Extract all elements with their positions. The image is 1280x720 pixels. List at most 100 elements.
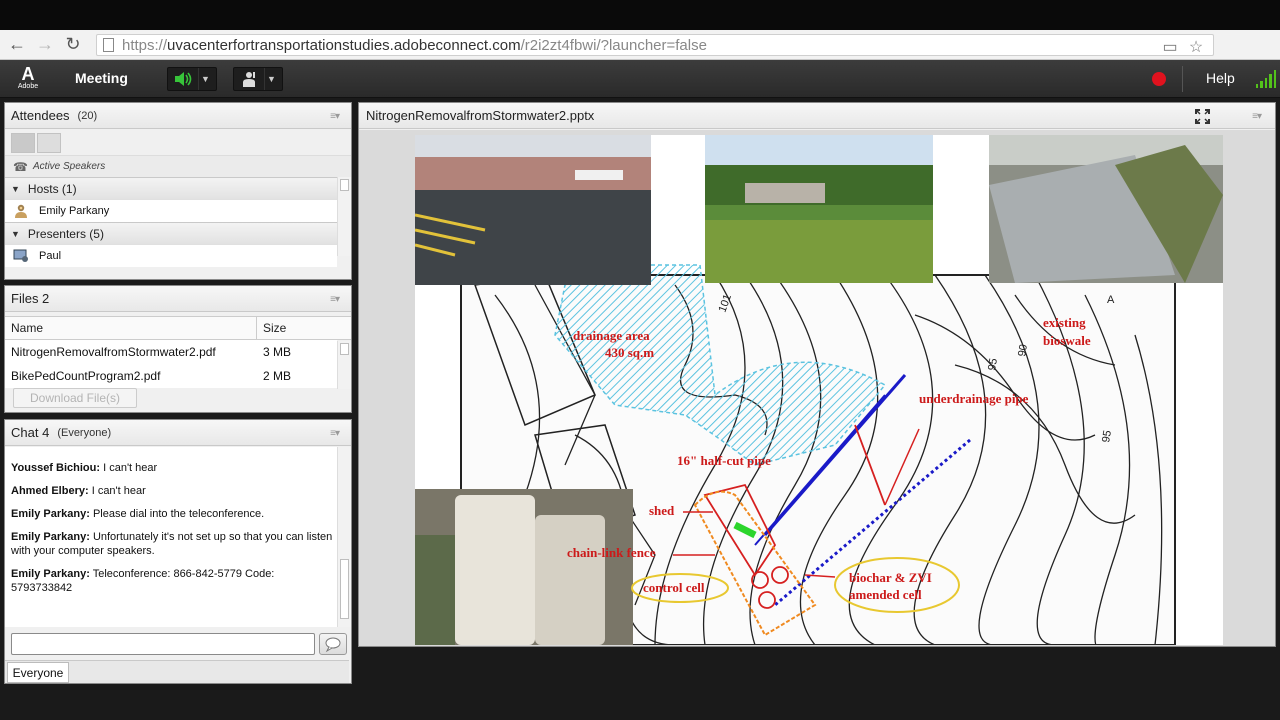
label-amended: amended cell — [849, 587, 922, 602]
status-view-icon[interactable] — [37, 133, 61, 153]
chat-message: Ahmed Elbery: I can't hear — [11, 484, 335, 498]
label-chainlink: chain-link fence — [567, 545, 656, 560]
attendees-title: Attendees — [11, 108, 70, 123]
chat-audience: (Everyone) — [57, 426, 112, 439]
download-files-button[interactable]: Download File(s) — [13, 388, 137, 408]
file-row[interactable]: BikePedCountProgram2.pdf 2 MB — [5, 364, 337, 388]
pod-menu-icon[interactable]: ≡▾ — [330, 111, 340, 122]
chat-text: I can't hear — [103, 462, 158, 474]
expand-triangle-icon: ▼ — [11, 228, 20, 239]
file-name: NitrogenRemovalfromStormwater2.pdf — [11, 345, 216, 359]
attendee-name: Emily Parkany — [39, 205, 110, 217]
contour-label: 95 — [986, 357, 1000, 371]
label-drainage-area: drainage area — [573, 328, 650, 343]
pod-menu-icon[interactable]: ≡▾ — [1252, 111, 1262, 122]
window-top-bar — [0, 0, 1280, 30]
photo-parking-lot — [415, 135, 651, 285]
active-speakers-label: Active Speakers — [33, 161, 106, 172]
col-size[interactable]: Size — [257, 317, 337, 339]
chat-input[interactable] — [11, 633, 315, 655]
page-icon — [103, 38, 114, 52]
speech-bubble-icon — [325, 637, 341, 653]
contour-label: 90 — [1016, 343, 1030, 357]
chat-sender: Emily Parkany: — [11, 531, 90, 543]
chat-sender: Emily Parkany: — [11, 568, 90, 580]
status-dropdown-icon[interactable]: ▼ — [264, 68, 278, 90]
files-table-header: Name Size — [5, 316, 351, 340]
photo-bioswale — [989, 135, 1223, 283]
help-menu[interactable]: Help — [1206, 70, 1235, 86]
pod-menu-icon[interactable]: ≡▾ — [330, 294, 340, 305]
back-icon[interactable]: ← — [6, 34, 28, 56]
contour-label: 95 — [1100, 429, 1114, 443]
label-halfcut: 16" half-cut pipe — [677, 453, 771, 468]
label-underdrainage: underdrainage pipe — [919, 391, 1029, 406]
url-path: /r2i2zt4fbwi/?launcher=false — [520, 36, 707, 54]
toolbar-separator — [1182, 66, 1183, 92]
bookmark-star-icon[interactable]: ☆ — [1187, 38, 1205, 56]
fullscreen-icon[interactable] — [1195, 109, 1210, 124]
share-stage: drainage area 430 sq.m existing bioswale… — [359, 130, 1275, 646]
send-message-button[interactable] — [319, 633, 347, 655]
label-bioswale: bioswale — [1043, 333, 1091, 348]
file-size: 2 MB — [263, 369, 292, 383]
person-raise-hand-icon — [234, 68, 264, 90]
hosts-label: Hosts (1) — [27, 181, 77, 196]
list-view-icon[interactable] — [11, 133, 35, 153]
share-header: NitrogenRemovalfromStormwater2.pptx ≡▾ — [359, 103, 1275, 129]
presentation-slide: drainage area 430 sq.m existing bioswale… — [415, 135, 1223, 645]
tab-everyone[interactable]: Everyone — [7, 662, 69, 683]
chat-sender: Ahmed Elbery: — [11, 485, 89, 497]
attendees-header: Attendees (20) ≡▾ — [5, 103, 351, 129]
chat-message: Youssef Bichiou: I can't hear — [11, 461, 335, 475]
address-bar[interactable]: https://uvacenterfortransportationstudie… — [96, 34, 1214, 56]
attendees-count: (20) — [77, 109, 98, 122]
url-prefix: https:// — [122, 36, 168, 54]
hosts-group[interactable]: ▼ Hosts (1) — [5, 177, 351, 199]
attendees-pod: Attendees (20) ≡▾ ☎ Active Speakers ▼ Ho… — [4, 102, 352, 280]
chat-message: Emily Parkany: Teleconference: 866-842-5… — [11, 567, 335, 595]
recording-indicator[interactable] — [1152, 72, 1166, 86]
expand-triangle-icon: ▼ — [11, 183, 20, 194]
attendee-row[interactable]: Paul — [5, 244, 337, 267]
chat-scrollbar[interactable] — [337, 447, 351, 627]
speaker-button[interactable]: ▼ — [167, 67, 217, 91]
attendee-view-toggle — [5, 129, 351, 155]
share-title: NitrogenRemovalfromStormwater2.pptx — [366, 108, 595, 123]
phone-icon: ☎ — [13, 159, 28, 174]
forward-icon[interactable]: → — [34, 34, 56, 56]
files-scrollbar[interactable] — [337, 341, 351, 389]
chat-header: Chat 4 (Everyone) ≡▾ — [5, 420, 351, 446]
attendee-row[interactable]: Emily Parkany — [5, 199, 337, 222]
presenters-label: Presenters (5) — [27, 226, 104, 241]
url-host: uvacenterfortransportationstudies.adobec… — [167, 36, 521, 54]
label-existing: existing — [1043, 315, 1086, 330]
logo-text: Adobe — [17, 83, 39, 90]
label-drainage-size: 430 sq.m — [605, 345, 654, 360]
col-name[interactable]: Name — [5, 317, 257, 339]
label-control: control cell — [643, 580, 705, 595]
attendees-scrollbar[interactable] — [337, 177, 351, 256]
photo-test-cells — [415, 489, 633, 645]
file-row[interactable]: NitrogenRemovalfromStormwater2.pdf 3 MB — [5, 340, 337, 364]
app-root: ← → ↻ https://uvacenterfortransportation… — [0, 0, 1280, 720]
photo-grass-swale — [705, 135, 933, 283]
chat-sender: Youssef Bichiou: — [11, 462, 101, 474]
slide-canvas: drainage area 430 sq.m existing bioswale… — [415, 135, 1223, 645]
pod-menu-icon[interactable]: ≡▾ — [330, 428, 340, 439]
file-size: 3 MB — [263, 345, 292, 359]
chat-message: Emily Parkany: Unfortunately it's not se… — [11, 530, 335, 558]
attendee-name: Paul — [39, 250, 62, 262]
cast-icon[interactable]: ▭ — [1161, 38, 1179, 56]
speaker-dropdown-icon[interactable]: ▼ — [198, 68, 212, 90]
chat-message: Emily Parkany: Please dial into the tele… — [11, 507, 335, 521]
meeting-menu[interactable]: Meeting — [75, 70, 128, 86]
presenter-icon — [13, 249, 28, 262]
browser-toolbar: ← → ↻ https://uvacenterfortransportation… — [0, 30, 1280, 82]
speaker-icon — [168, 68, 198, 90]
raise-hand-button[interactable]: ▼ — [233, 67, 283, 91]
reload-icon[interactable]: ↻ — [62, 34, 84, 56]
presenters-group[interactable]: ▼ Presenters (5) — [5, 222, 351, 244]
active-speakers-row: ☎ Active Speakers — [5, 155, 351, 177]
label-shed: shed — [649, 503, 675, 518]
